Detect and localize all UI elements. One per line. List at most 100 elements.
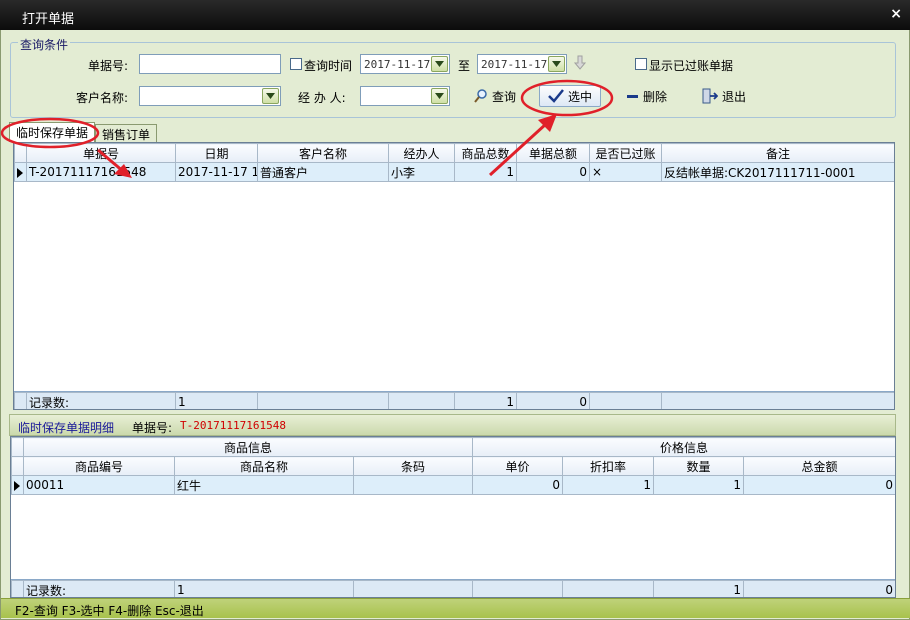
footer-indicator — [11, 580, 24, 597]
cell-posted[interactable]: × — [589, 162, 662, 182]
doc-no-label: 单据号: — [88, 59, 129, 73]
cell-unit-price[interactable]: 0 — [472, 475, 563, 495]
cell-amount[interactable]: 0 — [516, 162, 590, 182]
cell-barcode[interactable] — [353, 475, 473, 495]
detail-grid: 商品信息 价格信息 商品编号 商品名称 条码 单价 折扣率 数量 总金额 000… — [10, 436, 896, 598]
handler-select[interactable] — [360, 86, 450, 106]
footer-empty — [562, 580, 654, 597]
window-title: 打开单据 — [22, 12, 75, 27]
chevron-down-icon[interactable] — [548, 56, 565, 72]
grid-footer: 记录数: 1 1 0 — [14, 391, 894, 409]
cell-product-code[interactable]: 00011 — [23, 475, 175, 495]
doc-no-input[interactable] — [139, 54, 281, 74]
group-header-price: 价格信息 — [471, 437, 895, 457]
show-posted-label: 显示已过账单据 — [649, 59, 734, 73]
col-header[interactable]: 商品总数 — [454, 143, 517, 163]
customer-label: 客户名称: — [76, 91, 129, 105]
row-indicator-header — [11, 456, 24, 476]
col-header[interactable]: 日期 — [175, 143, 258, 163]
col-header[interactable]: 条码 — [353, 456, 473, 476]
handler-label: 经 办 人: — [298, 91, 346, 105]
delete-label: 删除 — [643, 89, 668, 104]
footer-empty — [589, 392, 662, 409]
footer-record-label: 记录数: — [23, 580, 175, 597]
cell-customer[interactable]: 普通客户 — [257, 162, 389, 182]
col-header[interactable]: 商品编号 — [23, 456, 175, 476]
col-header[interactable]: 折扣率 — [562, 456, 654, 476]
detail-doc-no-label: 单据号: — [132, 421, 173, 435]
select-button[interactable]: 选中 — [539, 85, 602, 107]
col-header[interactable]: 总金额 — [742, 456, 895, 476]
detail-title: 临时保存单据明细 — [18, 421, 115, 435]
col-header[interactable]: 经办人 — [388, 143, 455, 163]
cell-handler[interactable]: 小李 — [388, 162, 455, 182]
shortcut-hints: F2-查询 F3-选中 F4-删除 Esc-退出 — [15, 604, 204, 618]
chevron-down-icon[interactable] — [431, 88, 448, 104]
tab-sales-order[interactable]: 销售订单 — [95, 124, 157, 142]
chevron-down-icon[interactable] — [431, 56, 448, 72]
col-header[interactable]: 客户名称 — [257, 143, 389, 163]
cell-quantity[interactable]: 1 — [653, 475, 744, 495]
footer-record-count: 1 — [175, 392, 258, 409]
customer-select[interactable] — [139, 86, 281, 106]
cell-doc-no[interactable]: T-20171117161548 — [26, 162, 176, 182]
footer-empty — [388, 392, 455, 409]
close-icon[interactable]: × — [890, 6, 902, 22]
search-label: 查询 — [492, 89, 517, 104]
cell-discount[interactable]: 1 — [562, 475, 654, 495]
exit-door-icon — [702, 88, 718, 104]
search-icon — [474, 89, 487, 103]
row-indicator-icon — [11, 475, 24, 495]
footer-record-label: 记录数: — [26, 392, 176, 409]
detail-doc-no-value: T-20171117161548 — [180, 419, 286, 432]
detail-footer: 记录数: 1 1 0 — [11, 579, 895, 597]
footer-amount: 0 — [743, 580, 895, 597]
down-arrow-icon — [573, 55, 587, 74]
footer-total-qty: 1 — [454, 392, 517, 409]
chevron-down-icon[interactable] — [262, 88, 279, 104]
date-from-value: 2017-11-17 — [364, 58, 431, 71]
select-label: 选中 — [568, 89, 593, 104]
show-posted-checkbox[interactable] — [635, 58, 647, 70]
group-header-product: 商品信息 — [23, 437, 473, 457]
delete-button[interactable]: 删除 — [627, 85, 667, 107]
query-time-label: 查询时间 — [304, 59, 353, 73]
exit-label: 退出 — [722, 89, 747, 104]
cell-qty[interactable]: 1 — [454, 162, 517, 182]
date-from-picker[interactable]: 2017-11-17 — [360, 54, 450, 74]
footer-empty — [661, 392, 894, 409]
title-bar: 打开单据 × — [0, 0, 910, 30]
table-row[interactable]: T-20171117161548 2017-11-17 15 普通客户 小李 1… — [14, 162, 894, 182]
col-header[interactable]: 单据总额 — [516, 143, 590, 163]
dialog-body: 查询条件 单据号: 查询时间 2017-11-17 至 2017-11-17 显… — [0, 30, 910, 620]
cell-remark[interactable]: 反结帐单据:CK2017111711-0001 — [661, 162, 894, 182]
status-bar: F2-查询 F3-选中 F4-删除 Esc-退出 — [1, 598, 910, 618]
footer-empty — [472, 580, 563, 597]
col-header[interactable]: 单价 — [472, 456, 563, 476]
exit-button[interactable]: 退出 — [702, 85, 746, 107]
cell-product-name[interactable]: 红牛 — [174, 475, 354, 495]
minus-icon — [627, 95, 638, 98]
col-header[interactable]: 商品名称 — [174, 456, 354, 476]
search-button[interactable]: 查询 — [474, 85, 516, 107]
footer-qty: 1 — [653, 580, 744, 597]
col-header[interactable]: 数量 — [653, 456, 744, 476]
row-indicator-header — [14, 143, 27, 163]
cell-total[interactable]: 0 — [742, 475, 895, 495]
to-label: 至 — [458, 59, 471, 73]
detail-header-bar: 临时保存单据明细 单据号: T-20171117161548 — [9, 414, 896, 436]
cell-date[interactable]: 2017-11-17 15 — [175, 162, 258, 182]
table-header-row: 单据号 日期 客户名称 经办人 商品总数 单据总额 是否已过账 备注 — [14, 143, 894, 163]
query-legend: 查询条件 — [18, 36, 71, 53]
table-row[interactable]: 00011 红牛 0 1 1 0 — [11, 475, 895, 495]
col-header[interactable]: 单据号 — [26, 143, 176, 163]
tab-temp-saved[interactable]: 临时保存单据 — [9, 122, 95, 142]
col-header[interactable]: 备注 — [661, 143, 894, 163]
footer-empty — [257, 392, 389, 409]
col-header[interactable]: 是否已过账 — [589, 143, 662, 163]
query-time-checkbox[interactable] — [290, 58, 302, 70]
footer-empty — [353, 580, 473, 597]
date-to-picker[interactable]: 2017-11-17 — [477, 54, 567, 74]
group-header-row: 商品信息 价格信息 — [11, 437, 895, 457]
checkmark-icon — [548, 89, 564, 103]
